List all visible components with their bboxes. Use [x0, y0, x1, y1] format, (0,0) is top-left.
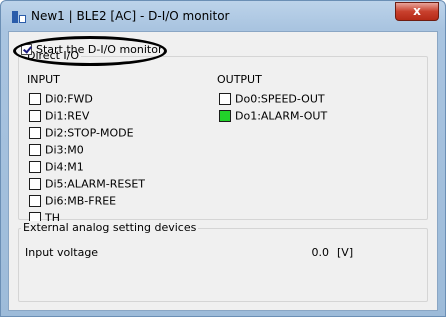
- input-label: Di1:REV: [45, 109, 90, 123]
- input-voltage-unit: [V]: [337, 246, 354, 259]
- input-item-di3: Di3:M0: [29, 143, 84, 157]
- input-indicator: [29, 161, 41, 173]
- client-area: Direct I/O INPUT OUTPUT Di0:FWD Di1:REV …: [8, 31, 438, 311]
- direct-io-group: Direct I/O INPUT OUTPUT Di0:FWD Di1:REV …: [18, 49, 428, 225]
- input-indicator: [29, 110, 41, 122]
- external-analog-group: External analog setting devices Input vo…: [18, 221, 428, 302]
- output-label: Do1:ALARM-OUT: [235, 109, 328, 123]
- input-indicator: [29, 178, 41, 190]
- highlight-ellipse: [13, 36, 167, 66]
- output-item-do0: Do0:SPEED-OUT: [219, 92, 325, 106]
- input-label: Di0:FWD: [45, 92, 93, 106]
- external-analog-legend: External analog setting devices: [21, 221, 199, 234]
- dio-monitor-window: New1 | BLE2 [AC] - D-I/O monitor x Direc…: [0, 0, 446, 317]
- close-icon: x: [413, 4, 421, 18]
- output-indicator-active: [219, 110, 231, 122]
- input-indicator: [29, 127, 41, 139]
- input-voltage-value: 0.0: [311, 246, 330, 259]
- output-label: Do0:SPEED-OUT: [235, 92, 325, 106]
- input-voltage-label: Input voltage: [25, 246, 99, 259]
- output-indicator: [219, 93, 231, 105]
- input-label: Di6:MB-FREE: [45, 194, 117, 208]
- title-bar[interactable]: New1 | BLE2 [AC] - D-I/O monitor x: [1, 1, 445, 31]
- input-label: Di4:M1: [45, 160, 84, 174]
- input-item-di4: Di4:M1: [29, 160, 84, 174]
- output-item-do1: Do1:ALARM-OUT: [219, 109, 327, 123]
- input-item-di5: Di5:ALARM-RESET: [29, 177, 145, 191]
- close-button[interactable]: x: [395, 2, 439, 21]
- input-item-di6: Di6:MB-FREE: [29, 194, 116, 208]
- window-title: New1 | BLE2 [AC] - D-I/O monitor: [31, 9, 230, 23]
- app-icon: [12, 11, 26, 23]
- input-label: Di5:ALARM-RESET: [45, 177, 146, 191]
- input-indicator: [29, 144, 41, 156]
- input-indicator: [29, 195, 41, 207]
- input-label: Di2:STOP-MODE: [45, 126, 134, 140]
- input-item-di1: Di1:REV: [29, 109, 89, 123]
- input-column-title: INPUT: [27, 73, 60, 86]
- input-item-di0: Di0:FWD: [29, 92, 93, 106]
- input-indicator: [29, 93, 41, 105]
- input-item-di2: Di2:STOP-MODE: [29, 126, 134, 140]
- output-column-title: OUTPUT: [217, 73, 262, 86]
- input-label: Di3:M0: [45, 143, 84, 157]
